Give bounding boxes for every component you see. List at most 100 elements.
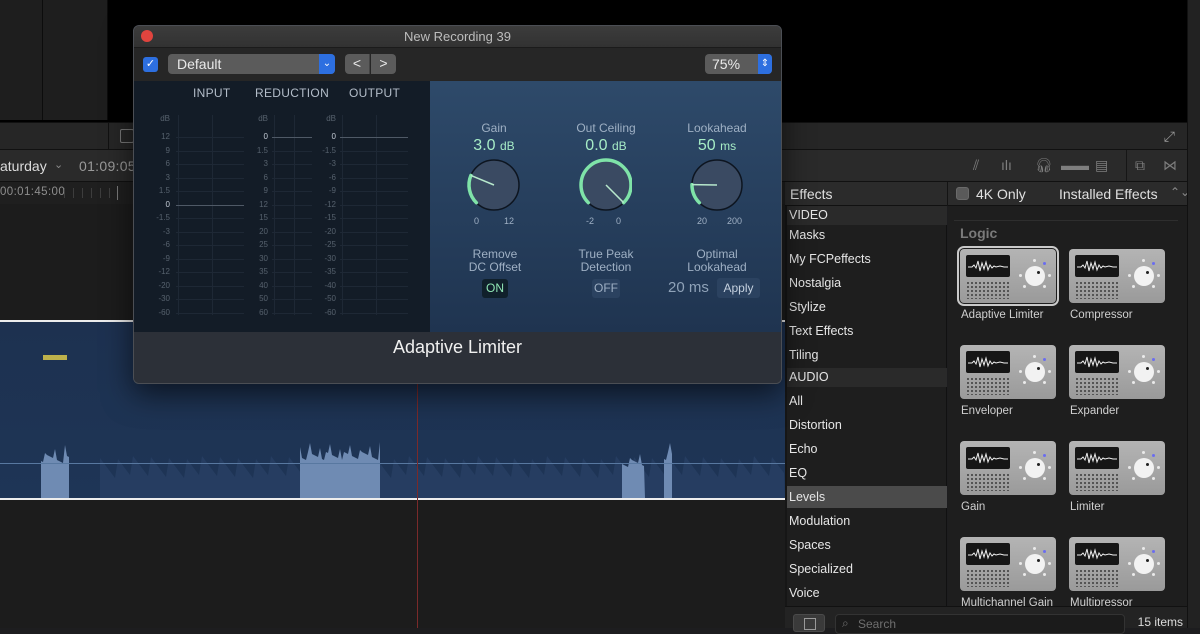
speaker-grille bbox=[966, 377, 1010, 395]
category-item[interactable]: Modulation bbox=[787, 510, 947, 532]
zoom-select[interactable]: 75% ⇕ bbox=[705, 54, 772, 74]
waveform-screen-icon bbox=[1075, 543, 1119, 565]
plugin-window: New Recording 39 ✓ Default ⌄ < > 75% ⇕ I… bbox=[133, 25, 782, 384]
dot bbox=[1023, 573, 1026, 576]
meter-scale-label: -9 bbox=[146, 254, 170, 263]
headphones-icon[interactable]: 🎧︎ bbox=[1035, 157, 1053, 174]
waveform-screen-icon bbox=[966, 351, 1010, 373]
true-peak-toggle[interactable]: OFF bbox=[592, 279, 620, 298]
label-line: DC Offset bbox=[440, 261, 550, 274]
chevron-down-icon[interactable]: ⌄ bbox=[54, 158, 63, 171]
volume-line[interactable] bbox=[0, 463, 785, 464]
dc-offset-toggle[interactable]: ON bbox=[482, 279, 508, 298]
optimal-lookahead-value: 20 ms bbox=[668, 279, 709, 296]
4k-only-label[interactable]: 4K Only bbox=[976, 186, 1026, 202]
plugin-toolbar: ✓ Default ⌄ < > 75% ⇕ bbox=[134, 48, 781, 81]
meter-scale-label: 40 bbox=[244, 281, 268, 290]
category-item[interactable]: Stylize bbox=[787, 296, 947, 318]
search-field[interactable]: ⌕ bbox=[835, 614, 1125, 634]
chevron-updown-icon: ⇕ bbox=[758, 54, 772, 74]
plugin-footer: Adaptive Limiter bbox=[134, 332, 781, 384]
dot bbox=[1157, 466, 1160, 469]
category-item[interactable]: Masks bbox=[787, 224, 947, 246]
effect-item[interactable]: Adaptive Limiter bbox=[960, 249, 1060, 339]
category-item[interactable]: Specialized bbox=[787, 558, 947, 580]
playhead[interactable] bbox=[417, 384, 418, 628]
fullscreen-icon[interactable]: ⤢ bbox=[1164, 128, 1175, 145]
ruler-tick bbox=[100, 188, 101, 198]
meter-gridline bbox=[272, 272, 312, 273]
waveform-peak bbox=[43, 355, 67, 360]
knob-label: Out Ceiling bbox=[551, 122, 661, 135]
meter-scale-label: 6 bbox=[146, 159, 170, 168]
next-preset-button[interactable]: > bbox=[371, 54, 396, 74]
meter-title-output: OUTPUT bbox=[349, 86, 400, 100]
apply-button[interactable]: Apply bbox=[717, 278, 760, 298]
clip-appearance-icon[interactable]: ▤ bbox=[1095, 157, 1108, 174]
meter-scale-label: 0 bbox=[244, 132, 268, 141]
audio-skimming-icon[interactable]: ılı bbox=[1001, 157, 1012, 173]
effect-name: Multichannel Gain bbox=[961, 597, 1053, 606]
knob[interactable] bbox=[464, 155, 520, 211]
meter-gridline bbox=[340, 151, 408, 152]
dot bbox=[1157, 562, 1160, 565]
divider bbox=[954, 220, 1178, 221]
effect-item[interactable]: Gain bbox=[960, 441, 1060, 531]
preset-select[interactable]: Default ⌄ bbox=[168, 54, 335, 74]
knob[interactable] bbox=[576, 155, 632, 211]
solo-icon[interactable]: ▬▬ bbox=[1061, 157, 1089, 173]
category-item[interactable]: Text Effects bbox=[787, 320, 947, 342]
category-item[interactable]: Nostalgia bbox=[787, 272, 947, 294]
meter-scale-label: 6 bbox=[244, 173, 268, 182]
sidebar-toggle-button[interactable] bbox=[793, 614, 825, 632]
category-item[interactable]: Distortion bbox=[787, 414, 947, 436]
dot bbox=[1023, 381, 1026, 384]
effect-thumbnail bbox=[1069, 537, 1165, 591]
category-item[interactable]: Voice bbox=[787, 582, 947, 604]
optimal-lookahead-label: Optimal Lookahead bbox=[662, 248, 772, 274]
category-item[interactable]: Tiling bbox=[787, 344, 947, 366]
4k-only-checkbox[interactable] bbox=[956, 187, 969, 200]
effect-name: Enveloper bbox=[961, 405, 1013, 417]
transform-icon[interactable] bbox=[120, 129, 134, 143]
effect-item[interactable]: Expander bbox=[1069, 345, 1169, 435]
dot bbox=[1152, 285, 1155, 288]
installed-effects-select[interactable]: Installed Effects bbox=[1059, 186, 1158, 202]
transitions-browser-icon[interactable]: ⋈ bbox=[1163, 157, 1177, 174]
meter-gridline bbox=[272, 164, 312, 165]
category-item[interactable]: Levels bbox=[787, 486, 947, 508]
title-bar[interactable]: New Recording 39 bbox=[134, 26, 781, 48]
search-input[interactable] bbox=[858, 617, 1108, 631]
project-name[interactable]: aturday bbox=[0, 158, 47, 174]
knob[interactable] bbox=[687, 155, 743, 211]
knob-value-unit: dB bbox=[612, 139, 627, 153]
divider bbox=[108, 123, 109, 151]
effect-item[interactable]: Limiter bbox=[1069, 441, 1169, 531]
meter-gridline bbox=[176, 259, 244, 260]
meter-gridline bbox=[176, 178, 244, 179]
knob-icon bbox=[1134, 266, 1154, 286]
effect-item[interactable]: Enveloper bbox=[960, 345, 1060, 435]
label-line: Detection bbox=[551, 261, 661, 274]
enable-checkbox[interactable]: ✓ bbox=[143, 57, 158, 72]
meter-gridline bbox=[272, 245, 312, 246]
waveform-screen-icon bbox=[1075, 255, 1119, 277]
meter-scale-label: -6 bbox=[146, 240, 170, 249]
category-item[interactable]: Echo bbox=[787, 438, 947, 460]
effect-item[interactable]: Multichannel Gain bbox=[960, 537, 1060, 606]
category-item[interactable]: All bbox=[787, 390, 947, 412]
previous-preset-button[interactable]: < bbox=[345, 54, 370, 74]
ruler-tick bbox=[109, 188, 110, 198]
meter-gridline bbox=[176, 218, 244, 219]
snapping-icon[interactable]: ⫽ bbox=[973, 157, 979, 174]
ruler-tick bbox=[73, 188, 74, 198]
dot bbox=[1132, 381, 1135, 384]
meter-gridline bbox=[176, 286, 244, 287]
knob-value-number: 3.0 bbox=[473, 137, 495, 154]
effects-browser-icon[interactable]: ⧉ bbox=[1135, 157, 1145, 174]
category-item[interactable]: Spaces bbox=[787, 534, 947, 556]
effect-item[interactable]: Multipressor bbox=[1069, 537, 1169, 606]
effect-item[interactable]: Compressor bbox=[1069, 249, 1169, 339]
category-item[interactable]: My FCPeffects bbox=[787, 248, 947, 270]
category-item[interactable]: EQ bbox=[787, 462, 947, 484]
